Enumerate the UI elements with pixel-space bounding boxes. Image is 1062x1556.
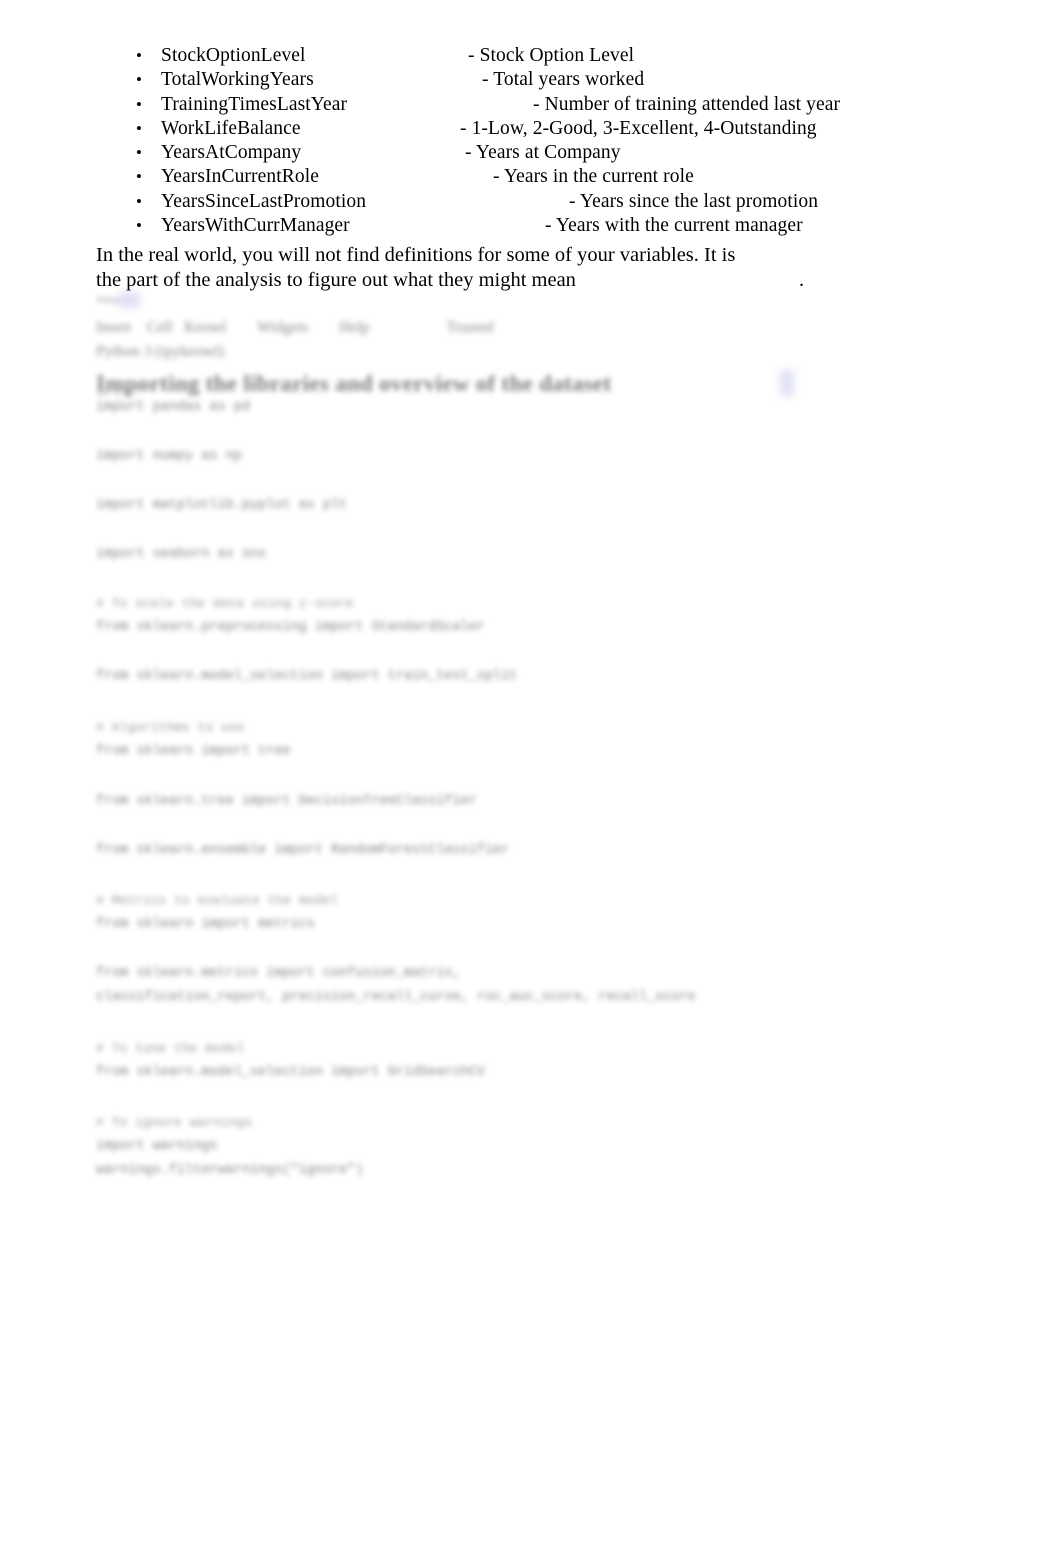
variable-description: - Years since the last promotion xyxy=(569,190,819,212)
variable-name: YearsSinceLastPromotion xyxy=(161,190,367,212)
bullet-point-icon: • xyxy=(136,143,143,163)
list-item: • WorkLifeBalance - 1-Low, 2-Good, 3-Excel… xyxy=(96,117,976,141)
list-item: • TotalWorkingYears - Total years worked xyxy=(96,68,976,92)
variable-name: TotalWorkingYears xyxy=(161,69,314,91)
code-line: from sklearn.tree import DecisionTreeCla… xyxy=(96,794,477,809)
code-line: classification_report, precision_recall_… xyxy=(96,990,696,1005)
notebook-menu-label: View xyxy=(96,294,120,306)
bullet-point-icon: • xyxy=(136,94,143,114)
code-line: import seaborn as sns xyxy=(96,547,267,562)
body-paragraph: In the real world, you will not find def… xyxy=(96,243,796,292)
list-item: • YearsSinceLastPromotion - Years since th… xyxy=(96,190,976,214)
variable-definitions-list: • StockOptionLevel - Stock Option Level • To… xyxy=(96,44,976,238)
variable-description: - Total years worked xyxy=(482,69,645,91)
list-item: • YearsWithCurrManager - Years with the cu… xyxy=(96,214,976,238)
bullet-point-icon: • xyxy=(136,216,143,236)
bullet-point-icon: • xyxy=(136,191,143,211)
menu-highlight-smudge xyxy=(118,292,140,308)
code-line: import pandas as pd xyxy=(96,400,250,415)
code-line: import warnings xyxy=(96,1139,218,1154)
variable-description: - Years with the current manager xyxy=(545,215,803,237)
variable-name: YearsInCurrentRole xyxy=(161,166,319,188)
document-page: • StockOptionLevel - Stock Option Level • To… xyxy=(0,0,1062,1556)
bullet-point-icon: • xyxy=(136,167,143,187)
code-line: from sklearn.preprocessing import Standa… xyxy=(96,620,485,635)
variable-name: YearsWithCurrManager xyxy=(161,215,350,237)
list-item: • TrainingTimesLastYear - Number of traini… xyxy=(96,93,976,117)
variable-name: TrainingTimesLastYear xyxy=(161,93,348,115)
variable-name: StockOptionLevel xyxy=(161,45,306,66)
code-line: warnings.filterwarnings("ignore") xyxy=(96,1163,364,1178)
code-comment-line: # Metrics to evaluate the model xyxy=(96,893,338,908)
bullet-point-icon: • xyxy=(136,118,143,138)
code-line: from sklearn.model_selection import Grid… xyxy=(96,1065,485,1080)
variable-name: WorkLifeBalance xyxy=(161,117,301,139)
variable-description: - Stock Option Level xyxy=(468,45,635,66)
code-comment-line: # To scale the data using z-score xyxy=(96,596,354,611)
paragraph-line-1: In the real world, you will not find def… xyxy=(96,244,736,266)
code-comment-line: # To tune the model xyxy=(96,1041,245,1056)
list-item: • YearsAtCompany - Years at Company xyxy=(96,141,976,165)
notebook-section-heading: Importing the libraries and overview of … xyxy=(96,371,612,396)
code-line: from sklearn import metrics xyxy=(96,917,315,932)
list-item: • StockOptionLevel - Stock Option Level xyxy=(96,44,976,68)
bullet-point-icon: • xyxy=(136,46,143,65)
code-comment-line: # To ignore warnings xyxy=(96,1115,253,1130)
variable-description: - Years in the current role xyxy=(493,166,694,188)
code-line: import numpy as np xyxy=(96,449,242,464)
code-line: import matplotlib.pyplot as plt xyxy=(96,498,348,513)
code-comment-line: # Algorithms to use xyxy=(96,720,245,735)
notebook-toolbar-line-1: Insert Cell Kernel Widgets Help Trusted xyxy=(96,319,494,336)
cell-prompt-label: In [1]: xyxy=(96,388,141,400)
list-item: • YearsInCurrentRole - Years in the curren… xyxy=(96,165,976,189)
variable-description: - Number of training attended last year xyxy=(533,93,841,115)
bullet-point-icon: • xyxy=(136,70,143,90)
code-line: from sklearn.metrics import confusion_ma… xyxy=(96,966,461,981)
notebook-toolbar-line-2: Python 3 (ipykernel) xyxy=(96,343,225,360)
blurred-notebook-region: View Insert Cell Kernel Widgets Help Tru… xyxy=(0,288,1062,1238)
code-line: from sklearn.model_selection import trai… xyxy=(96,669,518,684)
variable-description: - Years at Company xyxy=(465,142,621,164)
variable-name: YearsAtCompany xyxy=(161,142,302,164)
heading-kernel-smudge xyxy=(780,370,794,396)
code-line: from sklearn.ensemble import RandomFores… xyxy=(96,843,510,858)
variable-description: - 1-Low, 2-Good, 3-Excellent, 4-Outstand… xyxy=(460,117,817,139)
code-line: from sklearn import tree xyxy=(96,744,291,759)
